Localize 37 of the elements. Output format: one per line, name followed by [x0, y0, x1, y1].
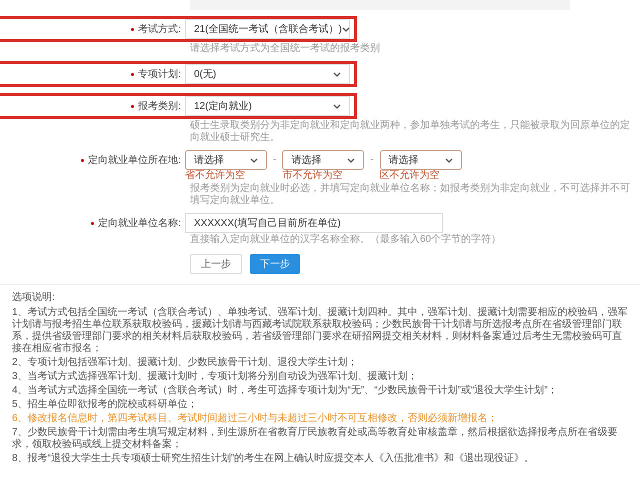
field-hint: 直接输入定向就业单位的汉字名称全称。（最多输入60个字节的字符） [190, 234, 502, 246]
field-label: 定向就业单位名称: [98, 216, 181, 230]
note-text: 4、当考试方式选择全国统一考试（含联合考试）时，考生可选择专项计划为“无”、“少数民族骨干计划”或“退役大学生计划”； [12, 385, 559, 397]
back-button[interactable]: 上一步 [190, 254, 242, 274]
note-text: 2、专项计划包括强军计划、援藏计划、少数民族骨干计划、退役大学生计划； [12, 357, 359, 369]
error-message: 市不允许为空 [282, 170, 344, 182]
field-hint: 硕士生录取类别分为非定向就业和定向就业两种，参加单独考试的考生，只能被录取为回原单位的定向就业硕士研究生。 [190, 120, 630, 144]
field-label: 考试方式: [138, 22, 181, 36]
chevron-down-icon [444, 158, 453, 162]
note-text: 5、招生单位即欲报考的院校或科研单位； [12, 399, 199, 411]
note-text: 7、少数民族骨干计划需由考生填写规定材料，到生源所在省教育厅民族教育处或高等教育处审核盖章，然后根据欲选择报考点所在省级要求，领取校验码或线上提交材料备案； [12, 427, 619, 451]
dropdown-select[interactable]: 请选择 [380, 150, 462, 170]
note-text: 6、修改报名信息时，第四考试科目、考试时间超过三小时与未超过三小时不可互相修改，否则必须新增报名； [12, 413, 499, 425]
note-text: 1、考试方式包括全国统一考试（含联合考试）、单独考试、强军计划、援藏计划四种。其中，强军计划、援藏计划需要相应的校验码，强军计划请与报考招生单位联系获取校验码，援藏计划请与西藏考试院联系获取校验码；少数民族骨干计划请与所选报考点所在省级管理部门联系，提供省级管理部门要求的相关材料后获取校验码，若省级管理部门要求在研招网提交相关材料，则材料备案通过后考生无需校验码可直接在相应省市报名； [12, 307, 628, 355]
field-label: 定向就业单位所在地: [88, 154, 181, 168]
dropdown-select[interactable]: 请选择 [282, 150, 364, 170]
dropdown-select[interactable]: 请选择 [185, 150, 267, 170]
separator-dash: - [273, 153, 276, 167]
separator-dash: - [370, 153, 374, 167]
error-message: 区不允许为空 [380, 170, 441, 182]
chevron-down-icon [333, 104, 341, 108]
dropdown-select[interactable]: 0(无) [185, 64, 350, 84]
error-message: 省不允许为空 [185, 170, 246, 182]
note-text: 8、报考“退役大学生士兵专项硕士研究生招生计划”的考生在网上确认时应提交本人《入伍批准书》和《退出现役证》。 [12, 453, 536, 465]
note-text: 3、当考试方式选择强军计划、援藏计划时，专项计划将分别自动设为强军计划、援藏计划； [12, 371, 419, 383]
field-hint: 请选择考试方式为全国统一考试的报考类别 [190, 43, 381, 55]
dropdown-select[interactable]: 21(全国统一考试（含联合考试）) [185, 19, 350, 39]
chevron-down-icon [250, 158, 258, 162]
field-hint: 报考类别为定向就业时必选，并填写定向就业单位名称；如报考类别为非定向就业，不可选择并不可填写定向就业单位。 [190, 183, 630, 207]
chevron-down-icon [347, 158, 356, 162]
field-label: 报考类别: [138, 100, 181, 114]
field-label: 专项计划: [138, 68, 181, 82]
chevron-down-icon [342, 26, 350, 32]
dropdown-select[interactable]: 12(定向就业) [185, 96, 350, 116]
text-input[interactable]: XXXXXX(填写自己目前所在单位) [185, 213, 443, 233]
notes-title: 选项说明: [12, 290, 56, 305]
chevron-down-icon [333, 72, 341, 76]
